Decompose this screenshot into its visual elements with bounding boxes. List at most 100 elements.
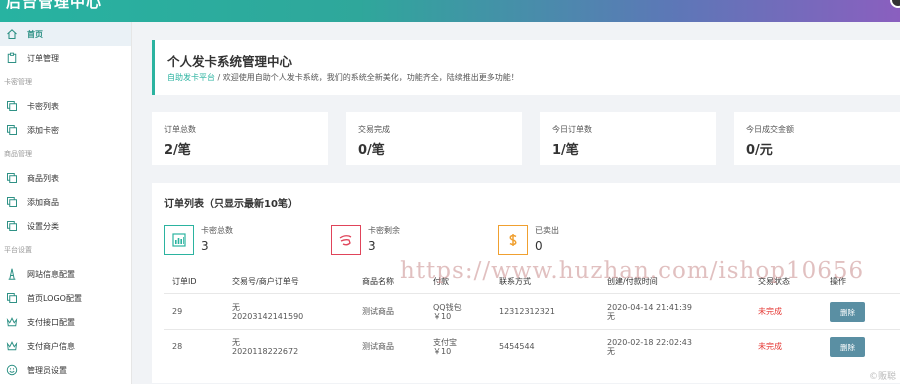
column-header-id: 订单ID	[172, 277, 197, 286]
stat-label: 今日订单数	[552, 125, 592, 134]
cell-id: 28	[172, 342, 183, 351]
section-title: 平台设置	[4, 246, 32, 254]
cell-created-time: 2020-02-18 22:02:43	[607, 338, 692, 347]
cell-paid-time: 无	[607, 347, 615, 356]
clipboard-icon	[5, 52, 18, 65]
delete-button[interactable]: 删除	[830, 337, 865, 357]
sidebar-item-orders[interactable]: 订单管理	[0, 46, 131, 70]
sidebar: 首页 订单管理 卡密管理 卡密列表 添加卡密 商品管理 商品列表 添加商品 设置…	[0, 22, 132, 384]
breadcrumb-link[interactable]: 自助发卡平台	[167, 73, 215, 82]
stat-value: 1/笔	[552, 143, 579, 158]
cell-contact: 5454544	[499, 342, 535, 351]
stat-card-completed: 交易完成 0/笔	[346, 112, 522, 165]
page-title: 个人发卡系统管理中心	[167, 54, 293, 69]
sidebar-item-label: 商品列表	[27, 173, 59, 183]
cell-id: 29	[172, 307, 183, 316]
delete-button[interactable]: 删除	[830, 302, 865, 322]
breadcrumb-text: / 欢迎使用自助个人发卡系统，我们的系统全新美化，功能齐全，陆续推出更多功能！	[215, 73, 519, 82]
home-icon	[5, 28, 18, 41]
sidebar-item-merchant-info[interactable]: 支付商户信息	[0, 334, 131, 358]
mini-stat-value: 3	[201, 239, 209, 253]
stat-value: 0/笔	[358, 143, 385, 158]
sidebar-item-logo-config[interactable]: 首页LOGO配置	[0, 286, 131, 310]
sidebar-item-add-product[interactable]: 添加商品	[0, 190, 131, 214]
mini-stat-label: 卡密总数	[201, 226, 233, 235]
column-header-product: 商品名称	[362, 277, 394, 286]
table-divider	[164, 329, 900, 330]
orders-title: 订单列表（只显示最新10笔）	[164, 199, 298, 210]
sidebar-item-label: 订单管理	[27, 53, 59, 63]
sidebar-item-admin-settings[interactable]: 管理员设置	[0, 358, 131, 382]
sidebar-item-home[interactable]: 首页	[0, 22, 131, 46]
sidebar-item-label: 卡密列表	[27, 101, 59, 111]
column-header-time: 创建/付款时间	[607, 277, 658, 286]
column-header-contact: 联系方式	[499, 277, 531, 286]
cell-pay-method: QQ钱包	[433, 303, 462, 312]
stat-card-today-orders: 今日订单数 1/笔	[540, 112, 716, 165]
cell-trade-no: 无	[232, 303, 240, 312]
cell-created-time: 2020-04-14 21:41:39	[607, 303, 692, 312]
copy-icon	[5, 292, 18, 305]
stat-label: 订单总数	[164, 125, 196, 134]
section-title: 商品管理	[4, 150, 32, 158]
mini-stat-label: 已卖出	[535, 226, 559, 235]
sidebar-item-label: 支付接口配置	[27, 317, 75, 327]
page-header: 个人发卡系统管理中心 自助发卡平台 / 欢迎使用自助个人发卡系统，我们的系统全新…	[152, 40, 900, 95]
sidebar-item-label: 支付商户信息	[27, 341, 75, 351]
cell-order-no: 2020118222672	[232, 347, 299, 356]
sidebar-item-categories[interactable]: 设置分类	[0, 214, 131, 238]
tower-icon	[5, 268, 18, 281]
sidebar-item-card-list[interactable]: 卡密列表	[0, 94, 131, 118]
copy-icon	[5, 172, 18, 185]
avatar[interactable]	[890, 0, 900, 8]
mini-stat-label: 卡密剩余	[368, 226, 400, 235]
copy-icon	[5, 100, 18, 113]
sidebar-item-label: 添加商品	[27, 197, 59, 207]
crown-icon	[5, 316, 18, 329]
sidebar-item-label: 首页	[27, 29, 43, 39]
hand-icon	[331, 225, 361, 255]
stat-card-total-orders: 订单总数 2/笔	[152, 112, 328, 165]
cell-trade-no: 无	[232, 338, 240, 347]
section-title: 卡密管理	[4, 78, 32, 86]
column-header-status: 交易状态	[758, 277, 790, 286]
cell-amount: ￥10	[433, 312, 452, 321]
copy-icon	[5, 124, 18, 137]
bar-chart-icon	[164, 225, 194, 255]
sidebar-item-product-list[interactable]: 商品列表	[0, 166, 131, 190]
column-header-payment: 付款	[433, 277, 449, 286]
breadcrumb: 自助发卡平台 / 欢迎使用自助个人发卡系统，我们的系统全新美化，功能齐全，陆续推…	[167, 72, 519, 83]
stat-label: 交易完成	[358, 125, 390, 134]
cell-order-no: 20203142141590	[232, 312, 304, 321]
status-badge: 未完成	[758, 307, 782, 316]
mini-stat-value: 0	[535, 239, 543, 253]
stat-value: 0/元	[746, 143, 773, 158]
cell-pay-method: 支付宝	[433, 338, 457, 347]
cell-product: 测试商品	[362, 307, 394, 316]
cell-paid-time: 无	[607, 312, 615, 321]
mini-stat-value: 3	[368, 239, 376, 253]
app-title: 后台管理中心	[6, 0, 103, 11]
crown-icon	[5, 340, 18, 353]
cell-amount: ￥10	[433, 347, 452, 356]
copy-icon	[5, 196, 18, 209]
sidebar-item-label: 添加卡密	[27, 125, 59, 135]
sidebar-item-label: 网站信息配置	[27, 269, 75, 279]
sidebar-item-label: 设置分类	[27, 221, 59, 231]
dollar-icon	[498, 225, 528, 255]
smile-icon	[5, 364, 18, 377]
sidebar-item-add-card[interactable]: 添加卡密	[0, 118, 131, 142]
sidebar-item-label: 首页LOGO配置	[27, 293, 82, 303]
status-badge: 未完成	[758, 342, 782, 351]
cell-contact: 12312312321	[499, 307, 555, 316]
sidebar-item-site-config[interactable]: 网站信息配置	[0, 262, 131, 286]
brand-mark: ©贩聪	[868, 372, 896, 382]
copy-icon	[5, 220, 18, 233]
orders-card: 订单列表（只显示最新10笔） 卡密总数 3 卡密剩余 3 已卖出 0 订单ID …	[152, 183, 900, 383]
stat-card-today-amount: 今日成交金额 0/元	[734, 112, 900, 165]
column-header-action: 操作	[830, 277, 846, 286]
sidebar-item-payment-config[interactable]: 支付接口配置	[0, 310, 131, 334]
stat-label: 今日成交金额	[746, 125, 794, 134]
cell-product: 测试商品	[362, 342, 394, 351]
stat-value: 2/笔	[164, 143, 191, 158]
